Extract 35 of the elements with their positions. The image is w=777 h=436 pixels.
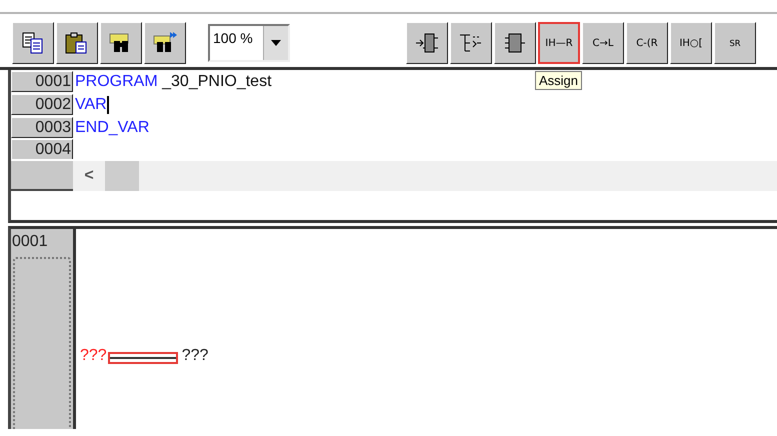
toolbar-button[interactable] [12, 22, 54, 64]
scroll-left-button[interactable]: < [73, 167, 105, 185]
toolbar-button[interactable] [450, 22, 492, 64]
network-number: 0001 [11, 232, 49, 252]
input-variable[interactable]: ??? [80, 347, 107, 365]
toolbar-button[interactable] [56, 22, 98, 64]
box-icon [504, 34, 526, 52]
line-number: 0002 [11, 94, 73, 115]
line-number: 0003 [11, 117, 73, 138]
toolbar-button[interactable]: C-(R [626, 22, 668, 64]
toolbar-button[interactable] [406, 22, 448, 64]
box-arrow-icon [416, 34, 438, 52]
toolbar-button[interactable] [494, 22, 536, 64]
copy-icon [22, 32, 42, 54]
toolbar-button[interactable]: IH○[ [670, 22, 712, 64]
zoom-dropdown[interactable]: 100 % [208, 24, 290, 62]
toolbar-button[interactable] [144, 22, 186, 64]
paste-icon [66, 32, 86, 54]
dropdown-arrow-icon [271, 40, 281, 46]
code-line: PROGRAM _30_PNIO_test [74, 72, 272, 90]
code-line: VAR [74, 96, 107, 114]
binoculars-arrow-icon [154, 32, 177, 52]
line-number: 0001 [11, 71, 73, 92]
scrollbar-thumb[interactable] [105, 161, 139, 191]
toolbar-button[interactable]: IH—R [538, 22, 580, 64]
code-line: END_VAR [74, 118, 150, 136]
text-caret [106, 96, 109, 114]
toolbar-button[interactable] [100, 22, 142, 64]
output-variable[interactable]: ??? [182, 347, 208, 365]
line-number: 0004 [11, 139, 73, 159]
box-enable-icon [460, 34, 482, 52]
tooltip: Assign [535, 71, 582, 90]
scrollbar-corner [11, 161, 73, 191]
toolbar-button[interactable]: C→L [582, 22, 624, 64]
binoculars-icon [110, 34, 128, 52]
